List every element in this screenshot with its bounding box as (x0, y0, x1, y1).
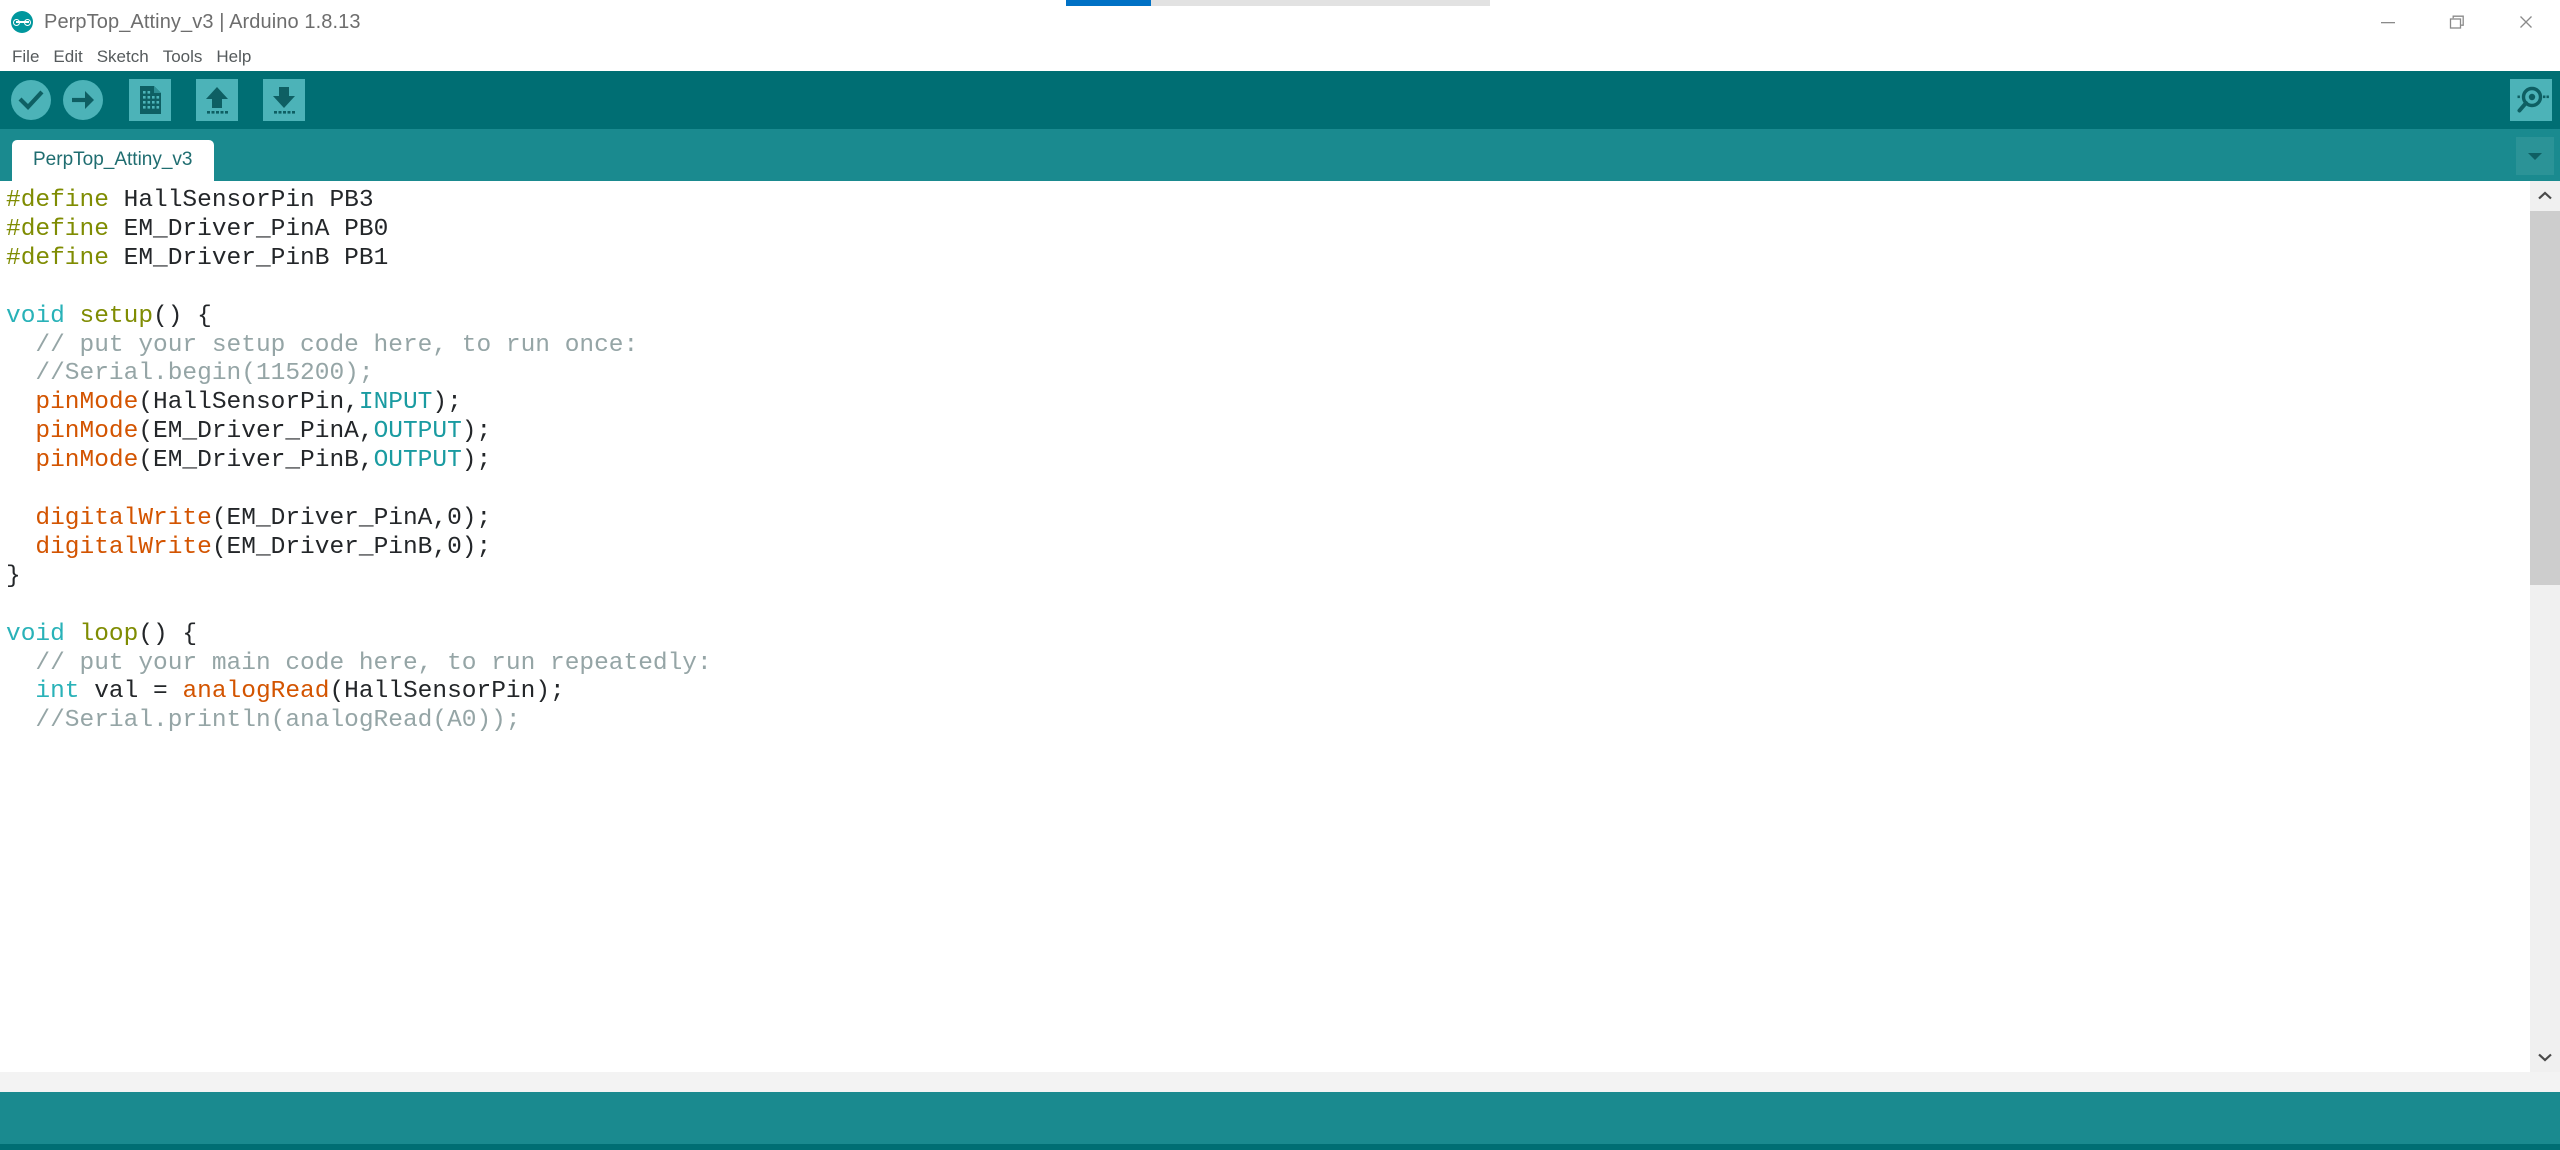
new-document-icon (129, 79, 171, 121)
checkmark-circle-icon (11, 80, 51, 120)
toolbar (0, 71, 2560, 129)
menu-item-file[interactable]: File (5, 45, 46, 69)
arduino-ide-window: PerpTop_Attiny_v3 | Arduino 1.8.13 File … (0, 0, 2560, 1150)
close-button[interactable] (2491, 0, 2560, 44)
upload-button[interactable] (58, 75, 108, 125)
editor-vertical-scrollbar[interactable] (2529, 181, 2560, 1072)
editor-area: #define HallSensorPin PB3 #define EM_Dri… (0, 181, 2560, 1072)
source-code[interactable]: #define HallSensorPin PB3 #define EM_Dri… (6, 187, 2529, 736)
close-icon (2519, 16, 2532, 28)
minimize-icon (2380, 22, 2395, 24)
title-bar: PerpTop_Attiny_v3 | Arduino 1.8.13 (0, 0, 2560, 44)
top-progress-bar (1066, 0, 1490, 6)
progress-bar-fill (1066, 0, 1151, 6)
scrollbar-track[interactable] (2530, 211, 2560, 1042)
verify-button[interactable] (6, 75, 56, 125)
bottom-bar (0, 1144, 2560, 1150)
code-editor[interactable]: #define HallSensorPin PB3 #define EM_Dri… (0, 181, 2529, 1072)
save-button[interactable] (259, 75, 309, 125)
scroll-down-button[interactable] (2530, 1042, 2560, 1072)
maximize-button[interactable] (2422, 0, 2491, 44)
chevron-up-icon (2538, 191, 2552, 200)
console-output (0, 1092, 2560, 1144)
tab-menu-button[interactable] (2516, 137, 2554, 175)
arrow-up-icon (196, 79, 238, 121)
title-bar-left: PerpTop_Attiny_v3 | Arduino 1.8.13 (0, 11, 361, 34)
arrow-right-circle-icon (63, 80, 103, 120)
arduino-infinity-logo-icon (11, 11, 33, 33)
toolbar-button-group (0, 75, 309, 125)
open-button[interactable] (192, 75, 242, 125)
status-line (0, 1072, 2560, 1092)
window-controls (2353, 0, 2560, 44)
scrollbar-thumb[interactable] (2530, 211, 2560, 585)
menu-item-sketch[interactable]: Sketch (90, 45, 156, 69)
tab-bar: PerpTop_Attiny_v3 (0, 129, 2560, 181)
chevron-down-icon (2538, 1053, 2552, 1062)
menu-item-help[interactable]: Help (209, 45, 258, 69)
arrow-down-icon (263, 79, 305, 121)
menu-item-tools[interactable]: Tools (156, 45, 210, 69)
new-button[interactable] (125, 75, 175, 125)
minimize-button[interactable] (2353, 0, 2422, 44)
serial-monitor-button[interactable] (2506, 75, 2556, 125)
chevron-down-icon (2528, 153, 2542, 160)
menu-bar: File Edit Sketch Tools Help (0, 44, 2560, 71)
magnifier-icon (2510, 79, 2552, 121)
window-title: PerpTop_Attiny_v3 | Arduino 1.8.13 (44, 10, 361, 33)
scroll-up-button[interactable] (2530, 181, 2560, 211)
restore-window-icon (2449, 15, 2464, 29)
sketch-tab-perptop-attiny-v3[interactable]: PerpTop_Attiny_v3 (12, 140, 214, 181)
menu-item-edit[interactable]: Edit (46, 45, 89, 69)
